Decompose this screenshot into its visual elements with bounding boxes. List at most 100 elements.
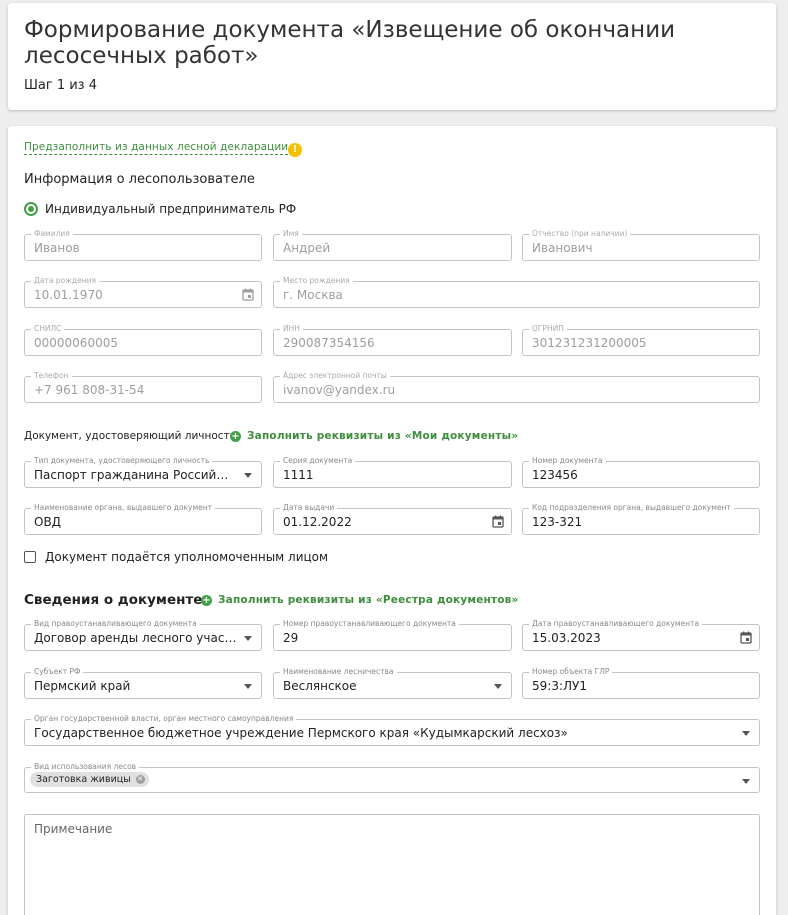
warning-icon[interactable]: ! — [288, 143, 302, 157]
birth-date-label: Дата рождения — [31, 276, 99, 286]
dept-code-label: Код подразделения органа, выдавшего доку… — [529, 503, 734, 513]
ogrnip-label: ОГРНИП — [529, 324, 567, 334]
first-name-label: Имя — [280, 229, 302, 239]
forestry-select[interactable]: Наименование лесничества Веслянское — [273, 667, 512, 699]
issue-date-field[interactable]: Дата выдачи 01.12.2022 — [273, 503, 512, 535]
region-select[interactable]: Субъект РФ Пермский край — [24, 667, 262, 699]
birth-date-field[interactable]: Дата рождения 10.01.1970 — [24, 276, 262, 308]
last-name-value: Иванов — [34, 241, 80, 255]
glr-number-field[interactable]: Номер объекта ГЛР 59:3:ЛУ1 — [522, 667, 760, 699]
patronymic-label: Отчество (при наличии) — [529, 229, 631, 239]
glr-number-label: Номер объекта ГЛР — [529, 667, 613, 677]
basis-date-value: 15.03.2023 — [532, 631, 601, 645]
email-value: ivanov@yandex.ru — [283, 383, 396, 397]
basis-type-value: Договор аренды лесного участка — [34, 631, 239, 645]
page-title: Формирование документа «Извещение об око… — [24, 17, 676, 69]
plus-circle-icon: + — [230, 430, 241, 442]
authority-label: Орган государственной власти, орган мест… — [31, 714, 297, 724]
doc-number-field[interactable]: Номер документа 123456 — [522, 456, 760, 488]
forestry-value: Веслянское — [283, 679, 357, 693]
chevron-down-icon[interactable] — [494, 684, 502, 689]
glr-number-value: 59:3:ЛУ1 — [532, 679, 587, 693]
inn-label: ИНН — [280, 324, 303, 334]
last-name-field[interactable]: Фамилия Иванов — [24, 229, 262, 261]
fill-from-registry-link[interactable]: + Заполнить реквизиты из «Реестра докуме… — [201, 594, 519, 606]
doc-number-value: 123456 — [532, 468, 578, 482]
entrepreneur-radio[interactable]: Индивидуальный предприниматель РФ — [24, 202, 296, 216]
form-card: Предзаполнить из данных лесной деклараци… — [8, 126, 776, 915]
snils-value: 00000060005 — [34, 336, 118, 350]
checkbox-unchecked-icon[interactable] — [24, 551, 36, 563]
prefill-link[interactable]: Предзаполнить из данных лесной деклараци… — [24, 141, 289, 155]
birth-date-value: 10.01.1970 — [34, 288, 103, 302]
dept-code-value: 123-321 — [532, 515, 583, 529]
basis-date-field[interactable]: Дата правоустанавливающего документа 15.… — [522, 619, 760, 651]
doc-type-select[interactable]: Тип документа, удостоверяющего личность … — [24, 456, 262, 488]
forestry-label: Наименование лесничества — [280, 667, 397, 677]
calendar-icon[interactable] — [740, 631, 752, 644]
forest-use-label: Вид использования лесов — [31, 762, 140, 772]
note-placeholder: Примечание — [34, 822, 113, 836]
forest-use-chip[interactable]: Заготовка живицы ✕ — [30, 772, 149, 787]
snils-label: СНИЛС — [31, 324, 65, 334]
issue-date-label: Дата выдачи — [280, 503, 338, 513]
dept-code-field[interactable]: Код подразделения органа, выдавшего доку… — [522, 503, 760, 535]
chip-label: Заготовка живицы — [36, 774, 131, 785]
issuer-field[interactable]: Наименование органа, выдавшего документ … — [24, 503, 262, 535]
basis-type-label: Вид правоустанавливающего документа — [31, 619, 200, 629]
email-field[interactable]: Адрес электронной почты ivanov@yandex.ru — [273, 371, 760, 403]
doc-series-field[interactable]: Серия документа 1111 — [273, 456, 512, 488]
chevron-down-icon[interactable] — [742, 731, 750, 736]
ogrnip-field[interactable]: ОГРНИП 301231231200005 — [522, 324, 760, 356]
calendar-icon[interactable] — [492, 515, 504, 528]
calendar-icon[interactable] — [242, 288, 254, 301]
basis-type-select[interactable]: Вид правоустанавливающего документа Дого… — [24, 619, 262, 651]
inn-field[interactable]: ИНН 290087354156 — [273, 324, 512, 356]
chevron-down-icon[interactable] — [742, 779, 750, 784]
chevron-down-icon[interactable] — [244, 684, 252, 689]
authorized-person-checkbox[interactable]: Документ подаётся уполномоченным лицом — [24, 550, 328, 564]
patronymic-value: Иванович — [532, 241, 593, 255]
inn-value: 290087354156 — [283, 336, 375, 350]
header-card: Формирование документа «Извещение об око… — [8, 3, 776, 110]
birth-place-value: г. Москва — [283, 288, 343, 302]
note-textarea[interactable]: Примечание — [24, 814, 760, 915]
authorized-person-label: Документ подаётся уполномоченным лицом — [45, 550, 329, 564]
first-name-value: Андрей — [283, 241, 331, 255]
birth-place-label: Место рождения — [280, 276, 353, 286]
region-value: Пермский край — [34, 679, 131, 693]
doc-type-value: Паспорт гражданина Российск... — [34, 468, 229, 482]
email-label: Адрес электронной почты — [280, 371, 390, 381]
issue-date-value: 01.12.2022 — [283, 515, 352, 529]
forest-use-select[interactable]: Вид использования лесов Заготовка живицы… — [24, 762, 760, 793]
step-indicator: Шаг 1 из 4 — [24, 78, 97, 93]
chevron-down-icon[interactable] — [244, 636, 252, 641]
birth-place-field[interactable]: Место рождения г. Москва — [273, 276, 760, 308]
basis-date-label: Дата правоустанавливающего документа — [529, 619, 702, 629]
plus-circle-icon: + — [201, 594, 212, 606]
doc-type-label: Тип документа, удостоверяющего личность — [31, 456, 213, 466]
phone-value: +7 961 808-31-54 — [34, 383, 145, 397]
radio-checked-icon[interactable] — [24, 202, 38, 216]
snils-field[interactable]: СНИЛС 00000060005 — [24, 324, 262, 356]
user-section-title: Информация о лесопользователе — [24, 172, 255, 187]
fill-from-my-documents-text: Заполнить реквизиты из «Мои документы» — [247, 430, 519, 442]
chevron-down-icon[interactable] — [244, 473, 252, 478]
ogrnip-value: 301231231200005 — [532, 336, 647, 350]
basis-number-value: 29 — [283, 631, 299, 645]
chip-remove-icon[interactable]: ✕ — [135, 775, 145, 784]
doc-series-label: Серия документа — [280, 456, 356, 466]
fill-from-my-documents-link[interactable]: + Заполнить реквизиты из «Мои документы» — [230, 430, 518, 442]
basis-number-field[interactable]: Номер правоустанавливающего документа 29 — [273, 619, 512, 651]
authority-value: Государственное бюджетное учреждение Пер… — [34, 726, 568, 740]
fill-from-registry-text: Заполнить реквизиты из «Реестра документ… — [218, 594, 519, 606]
region-label: Субъект РФ — [31, 667, 84, 677]
issuer-label: Наименование органа, выдавшего документ — [31, 503, 216, 513]
basis-number-label: Номер правоустанавливающего документа — [280, 619, 459, 629]
first-name-field[interactable]: Имя Андрей — [273, 229, 512, 261]
authority-select[interactable]: Орган государственной власти, орган мест… — [24, 714, 760, 746]
doc-series-value: 1111 — [283, 468, 314, 482]
patronymic-field[interactable]: Отчество (при наличии) Иванович — [522, 229, 760, 261]
doc-info-title: Сведения о документе — [24, 592, 203, 608]
phone-field[interactable]: Телефон +7 961 808-31-54 — [24, 371, 262, 403]
